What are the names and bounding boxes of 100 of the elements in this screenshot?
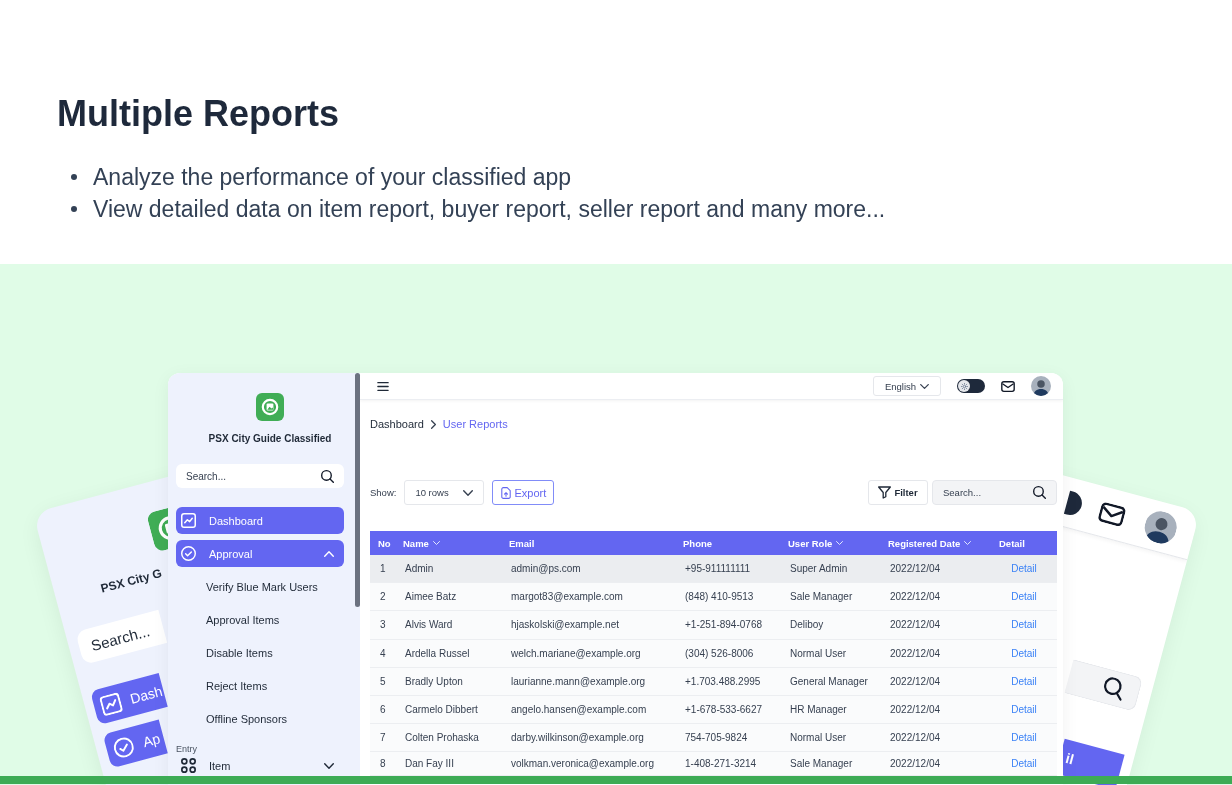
detail-link[interactable]: Detail bbox=[1011, 647, 1037, 659]
table-cell-text: 754-705-9824 bbox=[684, 732, 749, 744]
nav-item[interactable]: Approval bbox=[176, 540, 344, 567]
detail-link[interactable]: Detail bbox=[1011, 758, 1037, 770]
detail-link[interactable]: Detail bbox=[1011, 704, 1037, 716]
column-header: il bbox=[1064, 750, 1076, 768]
table-cell-text: Admin bbox=[404, 563, 435, 575]
table-cell-text: admin@ps.com bbox=[510, 563, 582, 575]
detail-link[interactable]: Detail bbox=[1011, 619, 1037, 631]
table-row[interactable]: 6 Carmelo Dibbert angelo.hansen@example.com +1-678-533-6627 HR Manager 2022/12/04 Detail bbox=[370, 695, 1057, 725]
table-cell-text: Bradly Upton bbox=[404, 675, 464, 687]
bullet-text: View detailed data on item report, buyer report, seller report and many more... bbox=[93, 195, 886, 223]
search-field[interactable]: Search... bbox=[176, 464, 344, 488]
nav-item[interactable]: Ap bbox=[102, 719, 168, 769]
table-cell-text: HR Manager bbox=[789, 704, 848, 716]
table-cell-text: 2022/12/04 bbox=[889, 591, 942, 603]
chevron-down-icon bbox=[463, 489, 474, 496]
table-cell-text: 2022/12/04 bbox=[889, 758, 942, 770]
filter-button[interactable]: Filter bbox=[868, 480, 928, 505]
table-cell-text: +95-911111111 bbox=[684, 563, 752, 575]
table-cell-text: +1-678-533-6627 bbox=[684, 704, 763, 716]
breadcrumb-link[interactable]: Dashboard bbox=[370, 418, 424, 430]
search-field[interactable]: Search... bbox=[932, 480, 1057, 505]
export-button[interactable]: Export bbox=[492, 480, 555, 505]
table-cell-text: Colten Prohaska bbox=[404, 732, 480, 744]
table-cell-text: Deliboy bbox=[789, 619, 825, 631]
table-cell-text: 2022/12/04 bbox=[889, 619, 942, 631]
mail-icon[interactable] bbox=[1001, 380, 1015, 392]
table-cell-text: Alvis Ward bbox=[404, 619, 454, 631]
table-row[interactable]: 4 Ardella Russel welch.mariane@example.org (304) 526-8006 Normal User 2022/12/04 Detail bbox=[370, 639, 1057, 668]
table-cell-text: Carmelo Dibbert bbox=[404, 704, 479, 716]
submenu-item[interactable]: Offline Sponsors bbox=[176, 702, 344, 735]
table-cell-text: Sale Manager bbox=[789, 758, 854, 770]
table-row[interactable]: 1 Admin admin@ps.com +95-911111111 Super Admin 2022/12/04 Detail bbox=[370, 555, 1057, 584]
table-cell-text: 2022/12/04 bbox=[889, 563, 942, 575]
table-cell-text: (304) 526-8006 bbox=[684, 647, 755, 659]
menu-icon[interactable] bbox=[377, 381, 389, 391]
table-cell-text: 5 bbox=[379, 675, 387, 687]
table-cell-text: +1.703.488.2995 bbox=[684, 675, 762, 687]
brand-name: PSX City G bbox=[99, 566, 164, 596]
mail-icon[interactable] bbox=[1097, 500, 1127, 527]
file-upload-icon bbox=[500, 486, 511, 499]
table-row[interactable]: 7 Colten Prohaska darby.wilkinson@example.org 754-705-9824 Normal User 2022/12/04 Detail bbox=[370, 724, 1057, 753]
table-row[interactable]: 2 Aimee Batz margot83@example.com (848) 410-9513 Sale Manager 2022/12/04 Detail bbox=[370, 583, 1057, 612]
chevron-down-icon bbox=[920, 383, 930, 389]
table-cell-text: 1 bbox=[379, 563, 387, 575]
nav-item[interactable]: Dash bbox=[90, 672, 168, 726]
table-cell-text: 2 bbox=[379, 591, 387, 603]
search-field[interactable]: Search... bbox=[75, 609, 168, 665]
breadcrumb-link[interactable]: User Reports bbox=[442, 418, 508, 430]
nav-item[interactable]: Item bbox=[176, 757, 344, 774]
submenu-item[interactable]: Verify Blue Mark Users bbox=[176, 570, 344, 603]
table-cell-text: Dan Fay III bbox=[404, 758, 455, 770]
table-cell-text: angelo.hansen@example.com bbox=[510, 704, 648, 716]
table-cell-text: 7 bbox=[379, 732, 387, 744]
column-header[interactable]: Name bbox=[402, 537, 501, 549]
table-row[interactable]: 8 Dan Fay III volkman.veronica@example.org 1-408-271-3214 Sale Manager 2022/12/04 Detail bbox=[370, 752, 1057, 777]
sort-chevron-icon bbox=[836, 541, 844, 545]
table-cell-text: darby.wilkinson@example.org bbox=[510, 732, 645, 744]
detail-link[interactable]: Detail bbox=[1011, 732, 1037, 744]
sort-chevron-icon bbox=[964, 541, 972, 545]
submenu-item[interactable]: Approval Items bbox=[176, 603, 344, 636]
table-cell-text: Sale Manager bbox=[789, 591, 854, 603]
grid-icon bbox=[181, 758, 196, 773]
table-row[interactable]: 5 Bradly Upton laurianne.mann@example.org +1.703.488.2995 General Manager 2022/12/04 Detail bbox=[370, 667, 1057, 696]
check-circle-icon bbox=[181, 546, 196, 561]
chart-icon bbox=[98, 691, 124, 717]
column-header: Detail bbox=[998, 537, 1026, 549]
sort-chevron-icon bbox=[432, 541, 440, 545]
table-cell-text: Ardella Russel bbox=[404, 647, 471, 659]
table-cell-text: 2022/12/04 bbox=[889, 704, 942, 716]
table-cell-text: General Manager bbox=[789, 675, 869, 687]
submenu-item[interactable]: Reject Items bbox=[176, 669, 344, 702]
column-header: No bbox=[377, 537, 392, 549]
chevron-right-icon bbox=[430, 419, 436, 429]
column-header: Email bbox=[508, 537, 536, 549]
brand-name: PSX City Guide Classified bbox=[208, 432, 332, 446]
rows-select[interactable]: 10 rows bbox=[404, 480, 485, 505]
logo-icon bbox=[256, 393, 284, 421]
table-cell-text: 4 bbox=[379, 647, 387, 659]
scrollbar[interactable] bbox=[355, 373, 360, 607]
table-row[interactable]: 3 Alvis Ward hjaskolski@example.net +1-251-894-0768 Deliboy 2022/12/04 Detail bbox=[370, 611, 1057, 640]
table-cell-text: 2022/12/04 bbox=[889, 732, 942, 744]
table-cell-text: hjaskolski@example.net bbox=[510, 619, 620, 631]
submenu-item[interactable]: Disable Items bbox=[176, 636, 344, 669]
table-cell-text: laurianne.mann@example.org bbox=[510, 675, 647, 687]
language-select[interactable]: English bbox=[873, 376, 941, 396]
theme-toggle[interactable] bbox=[957, 379, 985, 393]
detail-link[interactable]: Detail bbox=[1011, 591, 1037, 603]
search-icon[interactable] bbox=[1033, 486, 1046, 499]
table-cell-text: (848) 410-9513 bbox=[684, 591, 755, 603]
table-cell-text: 2022/12/04 bbox=[889, 675, 942, 687]
sun-icon bbox=[960, 382, 968, 390]
nav-item[interactable]: Dashboard bbox=[176, 507, 344, 534]
search-icon[interactable] bbox=[321, 469, 334, 483]
column-header[interactable]: Registered Date bbox=[880, 537, 991, 549]
column-header[interactable]: User Role bbox=[780, 537, 880, 549]
detail-link[interactable]: Detail bbox=[1011, 675, 1037, 687]
avatar-icon[interactable] bbox=[1031, 376, 1051, 396]
table-cell-text: welch.mariane@example.org bbox=[510, 647, 642, 659]
